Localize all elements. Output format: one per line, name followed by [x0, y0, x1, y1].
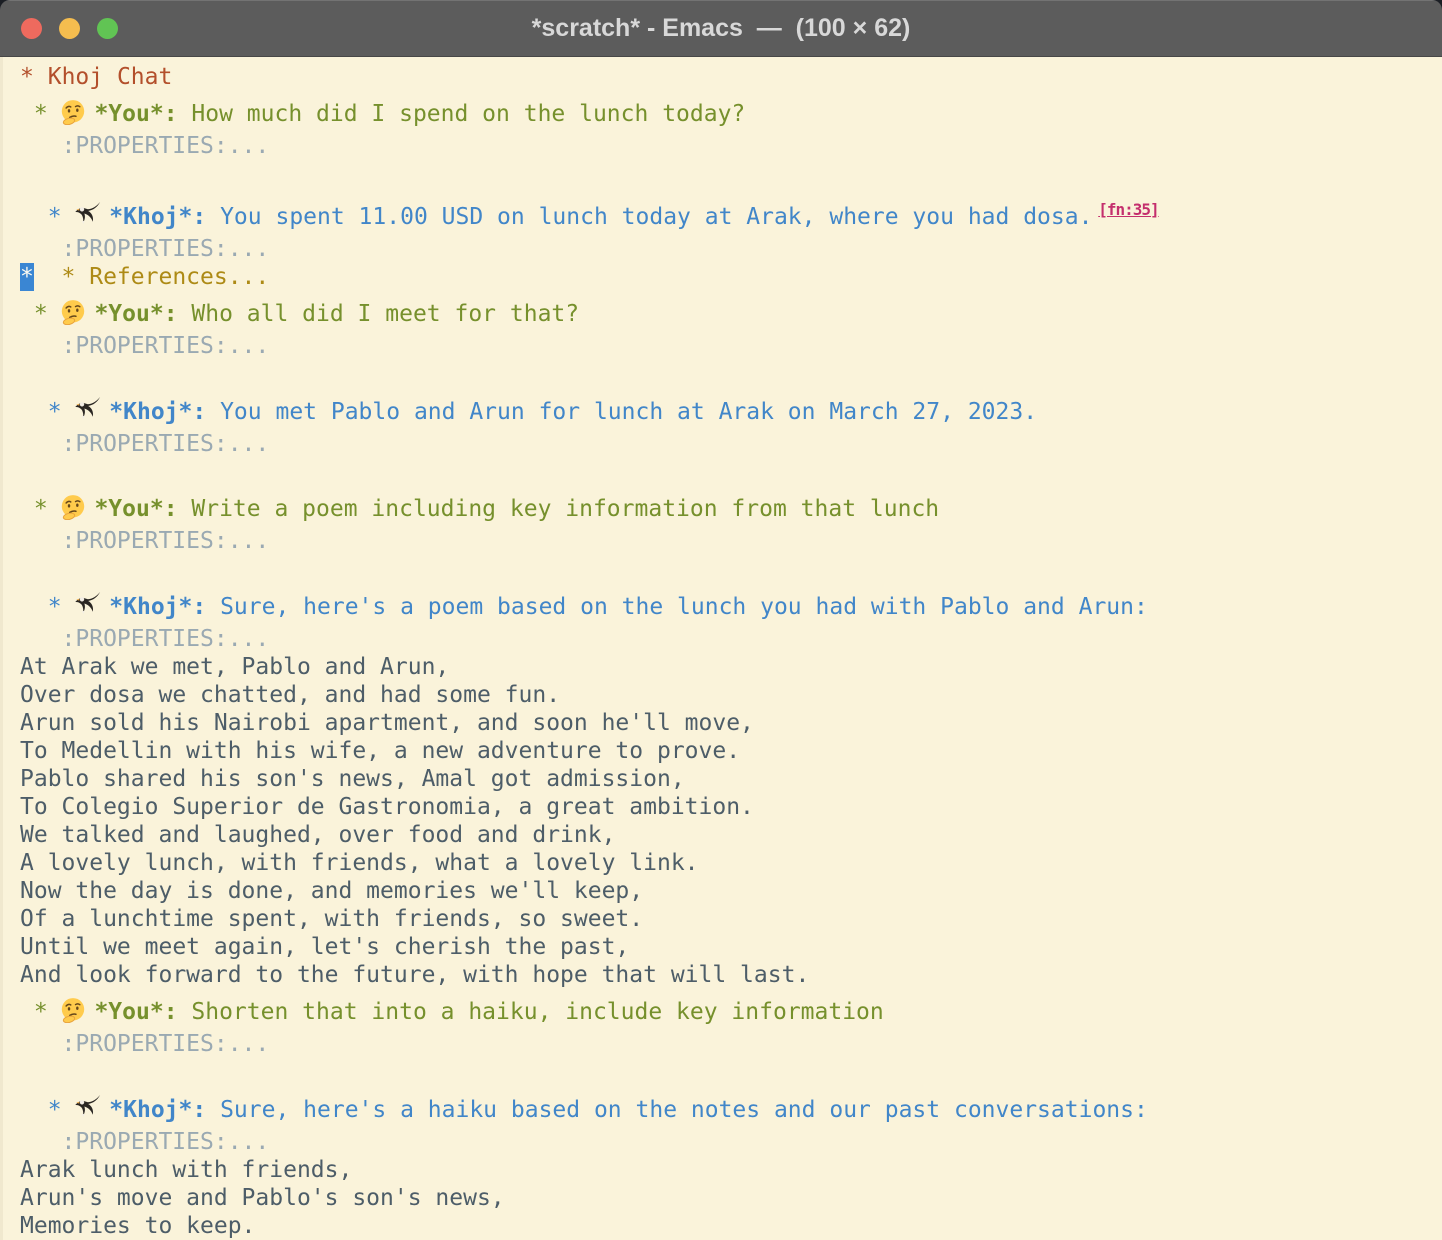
poem-line[interactable]: Until we meet again, let's cherish the p…: [20, 933, 1442, 961]
properties-drawer[interactable]: :PROPERTIES:...: [20, 625, 1442, 653]
blank-line: [20, 360, 1442, 388]
properties-drawer[interactable]: :PROPERTIES:...: [20, 235, 1442, 263]
chat-message-you-2[interactable]: * *You*: Who all did I meet for that?: [20, 299, 1442, 332]
org-star: *: [34, 998, 48, 1026]
org-star: *: [48, 1096, 62, 1124]
blank-line: [20, 555, 1442, 583]
haiku-line[interactable]: Arun's move and Pablo's son's news,: [20, 1184, 1442, 1212]
eagle-emoji: [74, 591, 101, 625]
thinking-face-emoji: [60, 997, 86, 1030]
thinking-face-emoji: [60, 494, 86, 527]
poem-line[interactable]: Of a lunchtime spent, with friends, so s…: [20, 905, 1442, 933]
properties-drawer[interactable]: :PROPERTIES:...: [20, 527, 1442, 555]
message-text: Sure, here's a haiku based on the notes …: [220, 1097, 1148, 1123]
properties-drawer[interactable]: :PROPERTIES:...: [20, 132, 1442, 160]
poem-line[interactable]: Now the day is done, and memories we'll …: [20, 877, 1442, 905]
org-star: *: [34, 495, 48, 523]
speaker-label: *You*:: [94, 999, 177, 1025]
maximize-button[interactable]: [97, 18, 118, 39]
org-star: *: [48, 203, 62, 231]
org-star: *: [48, 593, 62, 621]
editor-buffer[interactable]: * Khoj Chat * *You*: How much did I spend …: [0, 57, 1442, 1240]
eagle-emoji: [74, 396, 101, 430]
speaker-label: *You*:: [94, 496, 177, 522]
minimize-button[interactable]: [59, 18, 80, 39]
heading-title: Khoj Chat: [48, 64, 173, 90]
speaker-label: *Khoj*:: [109, 399, 206, 425]
chat-message-khoj-3[interactable]: * *Khoj*: Sure, here's a poem based on the…: [20, 591, 1442, 625]
speaker-label: *Khoj*:: [109, 594, 206, 620]
chat-message-you-3[interactable]: * *You*: Write a poem including key inform…: [20, 494, 1442, 527]
haiku-line[interactable]: Arak lunch with friends,: [20, 1156, 1442, 1184]
poem-line[interactable]: Over dosa we chatted, and had some fun.: [20, 681, 1442, 709]
message-text: Sure, here's a poem based on the lunch y…: [220, 594, 1148, 620]
speaker-label: *You*:: [94, 101, 177, 127]
emacs-window: *scratch* - Emacs — (100 × 62) * Khoj Ch…: [0, 0, 1442, 1240]
thinking-face-emoji: [60, 99, 86, 132]
org-star: *: [20, 63, 34, 91]
thinking-face-emoji: [60, 299, 86, 332]
blank-line: [20, 458, 1442, 486]
footnote-link[interactable]: [fn:35]: [1098, 200, 1158, 219]
speaker-label: *Khoj*:: [109, 204, 206, 230]
eagle-emoji: [74, 201, 101, 235]
eagle-emoji: [74, 1094, 101, 1128]
chat-message-khoj-2[interactable]: * *Khoj*: You met Pablo and Arun for lunch…: [20, 396, 1442, 430]
org-heading-khoj-chat[interactable]: * Khoj Chat: [20, 63, 1442, 91]
poem-line[interactable]: A lovely lunch, with friends, what a lov…: [20, 849, 1442, 877]
references-label[interactable]: References...: [89, 264, 269, 290]
poem-line[interactable]: To Colegio Superior de Gastronomia, a gr…: [20, 793, 1442, 821]
close-button[interactable]: [21, 18, 42, 39]
poem-line[interactable]: And look forward to the future, with hop…: [20, 961, 1442, 989]
chat-message-you-4[interactable]: * *You*: Shorten that into a haiku, includ…: [20, 997, 1442, 1030]
properties-drawer[interactable]: :PROPERTIES:...: [20, 430, 1442, 458]
chat-message-khoj-4[interactable]: * *Khoj*: Sure, here's a haiku based on th…: [20, 1094, 1442, 1128]
message-text: Who all did I meet for that?: [191, 301, 579, 327]
org-star: *: [34, 300, 48, 328]
message-text: How much did I spend on the lunch today?: [191, 101, 745, 127]
blank-line: [20, 1058, 1442, 1086]
speaker-label: *You*:: [94, 301, 177, 327]
poem-line[interactable]: Pablo shared his son's news, Amal got ad…: [20, 765, 1442, 793]
poem-line[interactable]: At Arak we met, Pablo and Arun,: [20, 653, 1442, 681]
org-star: *: [48, 398, 62, 426]
chat-message-khoj-1[interactable]: * *Khoj*: You spent 11.00 USD on lunch tod…: [20, 196, 1442, 235]
text-cursor: *: [20, 263, 34, 291]
org-star: *: [34, 100, 48, 128]
chat-message-you-1[interactable]: * *You*: How much did I spend on the lunch…: [20, 99, 1442, 132]
haiku-line[interactable]: Memories to keep.: [20, 1212, 1442, 1240]
message-text: You spent 11.00 USD on lunch today at Ar…: [220, 204, 1092, 230]
window-title: *scratch* - Emacs — (100 × 62): [0, 14, 1442, 43]
org-heading-references[interactable]: * * References...: [20, 263, 1442, 291]
blank-line: [20, 160, 1442, 188]
poem-line[interactable]: Arun sold his Nairobi apartment, and soo…: [20, 709, 1442, 737]
properties-drawer[interactable]: :PROPERTIES:...: [20, 1030, 1442, 1058]
poem-line[interactable]: To Medellin with his wife, a new adventu…: [20, 737, 1442, 765]
traffic-lights: [21, 18, 118, 39]
properties-drawer[interactable]: :PROPERTIES:...: [20, 1128, 1442, 1156]
speaker-label: *Khoj*:: [109, 1097, 206, 1123]
titlebar[interactable]: *scratch* - Emacs — (100 × 62): [0, 0, 1442, 57]
message-text: Shorten that into a haiku, include key i…: [191, 999, 883, 1025]
org-star: *: [62, 263, 76, 291]
properties-drawer[interactable]: :PROPERTIES:...: [20, 332, 1442, 360]
message-text: Write a poem including key information f…: [191, 496, 939, 522]
message-text: You met Pablo and Arun for lunch at Arak…: [220, 399, 1037, 425]
poem-line[interactable]: We talked and laughed, over food and dri…: [20, 821, 1442, 849]
